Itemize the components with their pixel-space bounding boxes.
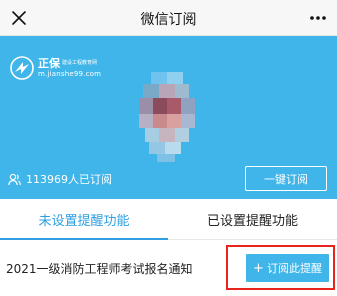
subscribe-all-button[interactable]: 一键订阅	[245, 166, 327, 191]
brand-url: m.jianshe99.com	[38, 70, 102, 78]
notice-title: 2021一级消防工程师考试报名通知	[6, 262, 193, 276]
more-dots-icon[interactable]	[305, 5, 331, 31]
tab-set-reminders[interactable]: 已设置提醒功能	[168, 199, 337, 240]
subscriber-count: 113969人已订阅	[8, 171, 112, 187]
close-icon[interactable]	[6, 5, 32, 31]
subscribe-reminder-button[interactable]: + 订阅此提醒	[246, 254, 329, 282]
subscribe-reminder-label: 订阅此提醒	[266, 262, 322, 275]
list-item: 2021一级消防工程师考试报名通知 + 订阅此提醒	[0, 241, 337, 296]
tab-bar: 未设置提醒功能 已设置提醒功能	[0, 199, 337, 240]
subscriber-count-text: 113969人已订阅	[26, 173, 112, 186]
title-bar: 微信订阅	[0, 0, 337, 36]
brand-logo-icon	[10, 56, 34, 80]
brand-logo: 正保 建设工程教育网 m.jianshe99.com	[10, 55, 122, 81]
brand-name: 正保	[38, 57, 60, 70]
account-banner: 正保 建设工程教育网 m.jianshe99.com 113969人已订阅 一键…	[0, 36, 337, 199]
user-icon	[8, 173, 21, 185]
plus-icon: +	[253, 260, 264, 276]
page-title: 微信订阅	[140, 12, 197, 28]
tab-unset-reminders[interactable]: 未设置提醒功能	[0, 199, 168, 240]
brand-subtitle: 建设工程教育网	[62, 60, 98, 66]
avatar	[135, 72, 199, 162]
active-tab-indicator	[0, 238, 168, 240]
